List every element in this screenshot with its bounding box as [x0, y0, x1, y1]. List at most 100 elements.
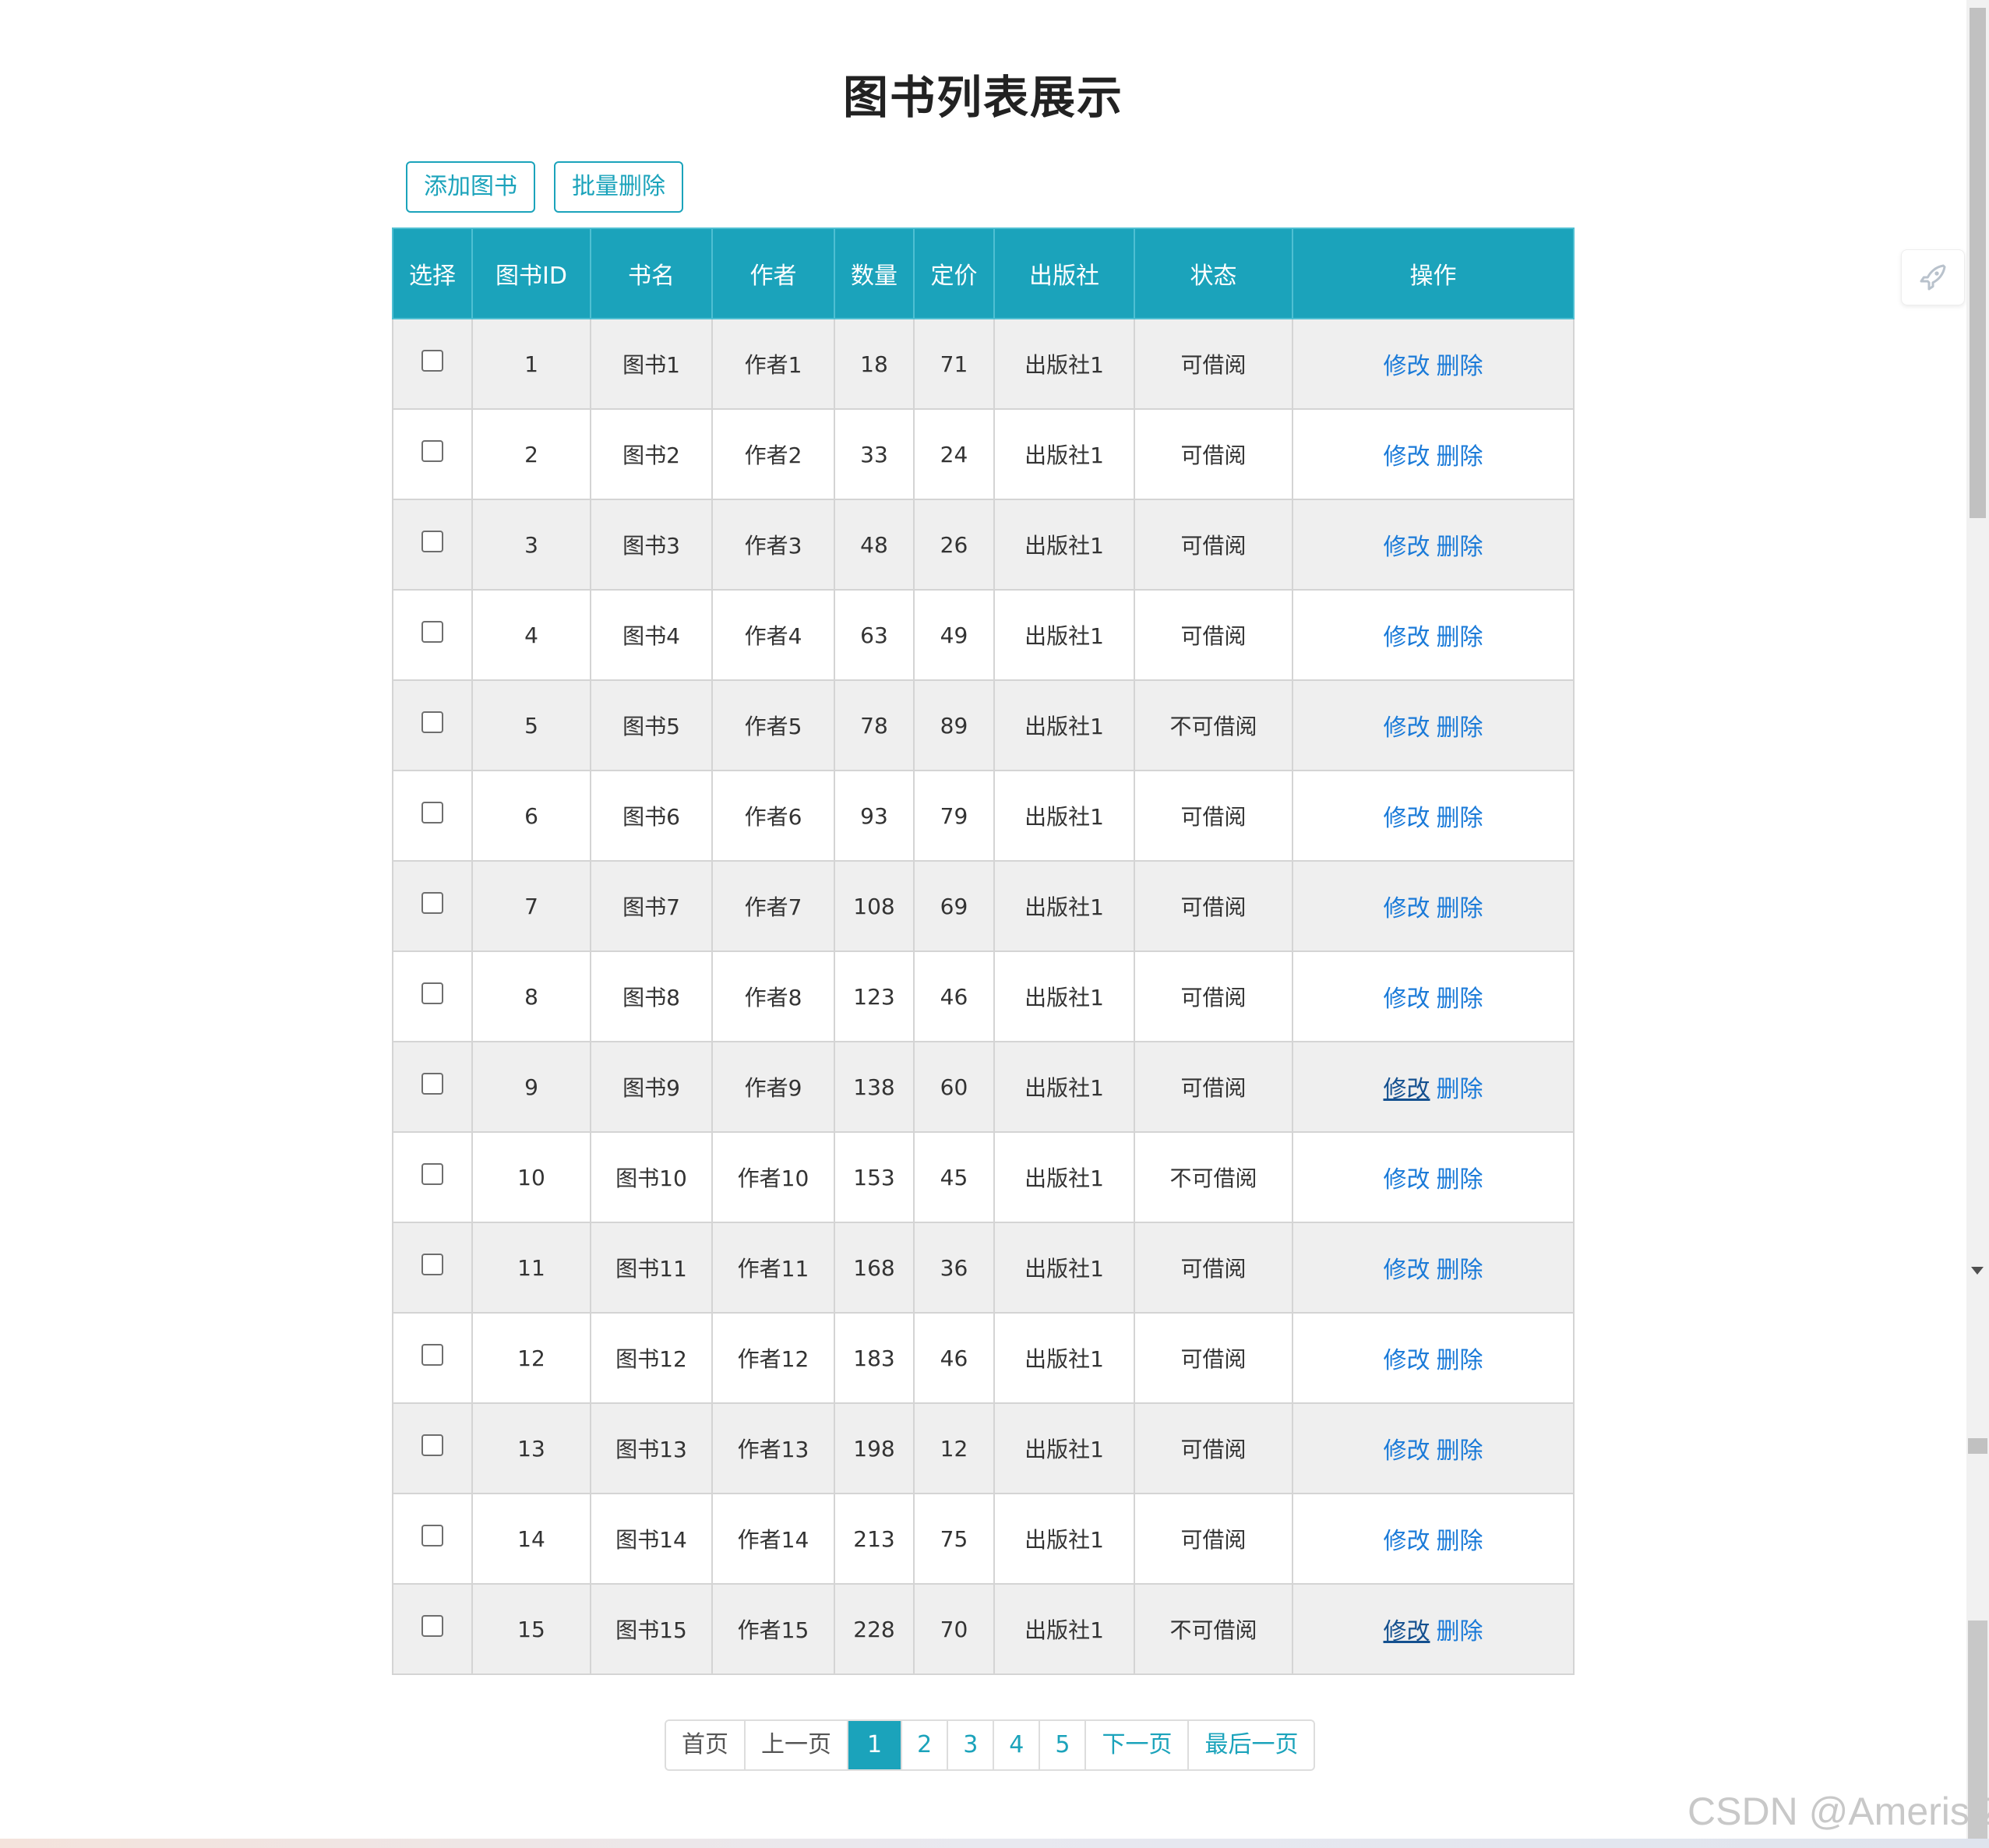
- delete-link[interactable]: 删除: [1437, 1618, 1483, 1645]
- cell-author: 作者1: [711, 318, 835, 410]
- edit-link[interactable]: 修改: [1384, 1166, 1430, 1194]
- page-2[interactable]: 2: [902, 1721, 949, 1769]
- header-author: 作者: [711, 227, 835, 319]
- edit-link[interactable]: 修改: [1384, 986, 1430, 1013]
- cell-book-name: 图书8: [590, 950, 713, 1042]
- row-checkbox[interactable]: [421, 711, 443, 733]
- row-checkbox[interactable]: [421, 1524, 443, 1546]
- cell-select: [392, 1312, 473, 1404]
- header-book-id: 图书ID: [471, 227, 591, 319]
- scroll-down-icon[interactable]: [1971, 1267, 1984, 1275]
- table-row: 12 图书12 作者12 183 46 出版社1 可借阅 修改 删除: [392, 1312, 1575, 1404]
- cell-price: 12: [913, 1402, 995, 1494]
- cell-select: [392, 1222, 473, 1314]
- table-row: 14 图书14 作者14 213 75 出版社1 可借阅 修改 删除: [392, 1493, 1575, 1585]
- cell-count: 153: [834, 1131, 915, 1223]
- cell-price: 75: [913, 1493, 995, 1585]
- toolbar: 添加图书 批量删除: [406, 161, 683, 213]
- edit-link[interactable]: 修改: [1384, 443, 1430, 471]
- edit-link[interactable]: 修改: [1384, 1257, 1430, 1284]
- delete-link[interactable]: 删除: [1437, 895, 1483, 922]
- edit-link[interactable]: 修改: [1384, 1347, 1430, 1374]
- page-1[interactable]: 1: [848, 1721, 903, 1769]
- header-status: 状态: [1134, 227, 1293, 319]
- cell-actions: 修改 删除: [1292, 1041, 1575, 1133]
- row-checkbox[interactable]: [421, 982, 443, 1004]
- cell-count: 48: [834, 499, 915, 591]
- cell-select: [392, 1583, 473, 1675]
- edit-link[interactable]: 修改: [1384, 714, 1430, 742]
- edit-link[interactable]: 修改: [1384, 353, 1430, 380]
- delete-link[interactable]: 删除: [1437, 443, 1483, 471]
- row-checkbox[interactable]: [421, 1614, 443, 1637]
- row-checkbox[interactable]: [421, 439, 443, 462]
- row-checkbox[interactable]: [421, 530, 443, 552]
- float-widget-button[interactable]: [1901, 249, 1965, 305]
- edit-link[interactable]: 修改: [1384, 805, 1430, 832]
- edit-link[interactable]: 修改: [1384, 624, 1430, 651]
- cell-select: [392, 679, 473, 771]
- delete-link[interactable]: 删除: [1437, 714, 1483, 742]
- cell-actions: 修改 删除: [1292, 408, 1575, 500]
- page-3[interactable]: 3: [948, 1721, 995, 1769]
- cell-book-id: 3: [471, 499, 591, 591]
- delete-link[interactable]: 删除: [1437, 353, 1483, 380]
- cell-select: [392, 499, 473, 591]
- page-next[interactable]: 下一页: [1086, 1721, 1190, 1769]
- row-checkbox[interactable]: [421, 801, 443, 823]
- cell-author: 作者9: [711, 1041, 835, 1133]
- cell-actions: 修改 删除: [1292, 318, 1575, 410]
- row-checkbox[interactable]: [421, 1253, 443, 1275]
- delete-link[interactable]: 删除: [1437, 1437, 1483, 1465]
- delete-link[interactable]: 删除: [1437, 1257, 1483, 1284]
- edit-link[interactable]: 修改: [1384, 895, 1430, 922]
- cell-count: 138: [834, 1041, 915, 1133]
- cell-publisher: 出版社1: [993, 318, 1135, 410]
- scrollbar-thumb[interactable]: [1970, 8, 1986, 518]
- page-5[interactable]: 5: [1040, 1721, 1087, 1769]
- cell-publisher: 出版社1: [993, 770, 1135, 862]
- row-checkbox[interactable]: [421, 1343, 443, 1366]
- delete-link[interactable]: 删除: [1437, 1166, 1483, 1194]
- row-checkbox[interactable]: [421, 349, 443, 372]
- page-first[interactable]: 首页: [666, 1721, 746, 1769]
- cell-price: 26: [913, 499, 995, 591]
- cell-book-name: 图书1: [590, 318, 713, 410]
- cell-status: 可借阅: [1134, 1041, 1293, 1133]
- row-checkbox[interactable]: [421, 1162, 443, 1185]
- delete-link[interactable]: 删除: [1437, 1347, 1483, 1374]
- cell-status: 不可借阅: [1134, 1131, 1293, 1223]
- delete-link[interactable]: 删除: [1437, 805, 1483, 832]
- cell-price: 71: [913, 318, 995, 410]
- row-checkbox[interactable]: [421, 891, 443, 914]
- delete-link[interactable]: 删除: [1437, 624, 1483, 651]
- edit-link[interactable]: 修改: [1384, 534, 1430, 561]
- cell-status: 不可借阅: [1134, 679, 1293, 771]
- vertical-scrollbar[interactable]: [1966, 0, 1989, 1839]
- edit-link[interactable]: 修改: [1384, 1618, 1430, 1645]
- cell-status: 可借阅: [1134, 950, 1293, 1042]
- cell-status: 可借阅: [1134, 1402, 1293, 1494]
- cell-book-id: 11: [471, 1222, 591, 1314]
- page-4[interactable]: 4: [994, 1721, 1041, 1769]
- cell-count: 63: [834, 589, 915, 681]
- edit-link[interactable]: 修改: [1384, 1528, 1430, 1555]
- pagination: 首页 上一页 1 2 3 4 5 下一页 最后一页: [665, 1719, 1316, 1771]
- delete-link[interactable]: 删除: [1437, 1528, 1483, 1555]
- cell-actions: 修改 删除: [1292, 499, 1575, 591]
- row-checkbox[interactable]: [421, 620, 443, 643]
- table-row: 6 图书6 作者6 93 79 出版社1 可借阅 修改 删除: [392, 770, 1575, 862]
- delete-link[interactable]: 删除: [1437, 534, 1483, 561]
- delete-link[interactable]: 删除: [1437, 1076, 1483, 1103]
- delete-link[interactable]: 删除: [1437, 986, 1483, 1013]
- row-checkbox[interactable]: [421, 1434, 443, 1456]
- row-checkbox[interactable]: [421, 1072, 443, 1095]
- page-prev[interactable]: 上一页: [746, 1721, 848, 1769]
- cell-author: 作者8: [711, 950, 835, 1042]
- batch-delete-button[interactable]: 批量删除: [554, 161, 683, 213]
- page-last[interactable]: 最后一页: [1189, 1721, 1314, 1769]
- add-book-button[interactable]: 添加图书: [406, 161, 535, 213]
- edit-link[interactable]: 修改: [1384, 1437, 1430, 1465]
- edit-link[interactable]: 修改: [1384, 1076, 1430, 1103]
- cell-status: 可借阅: [1134, 860, 1293, 952]
